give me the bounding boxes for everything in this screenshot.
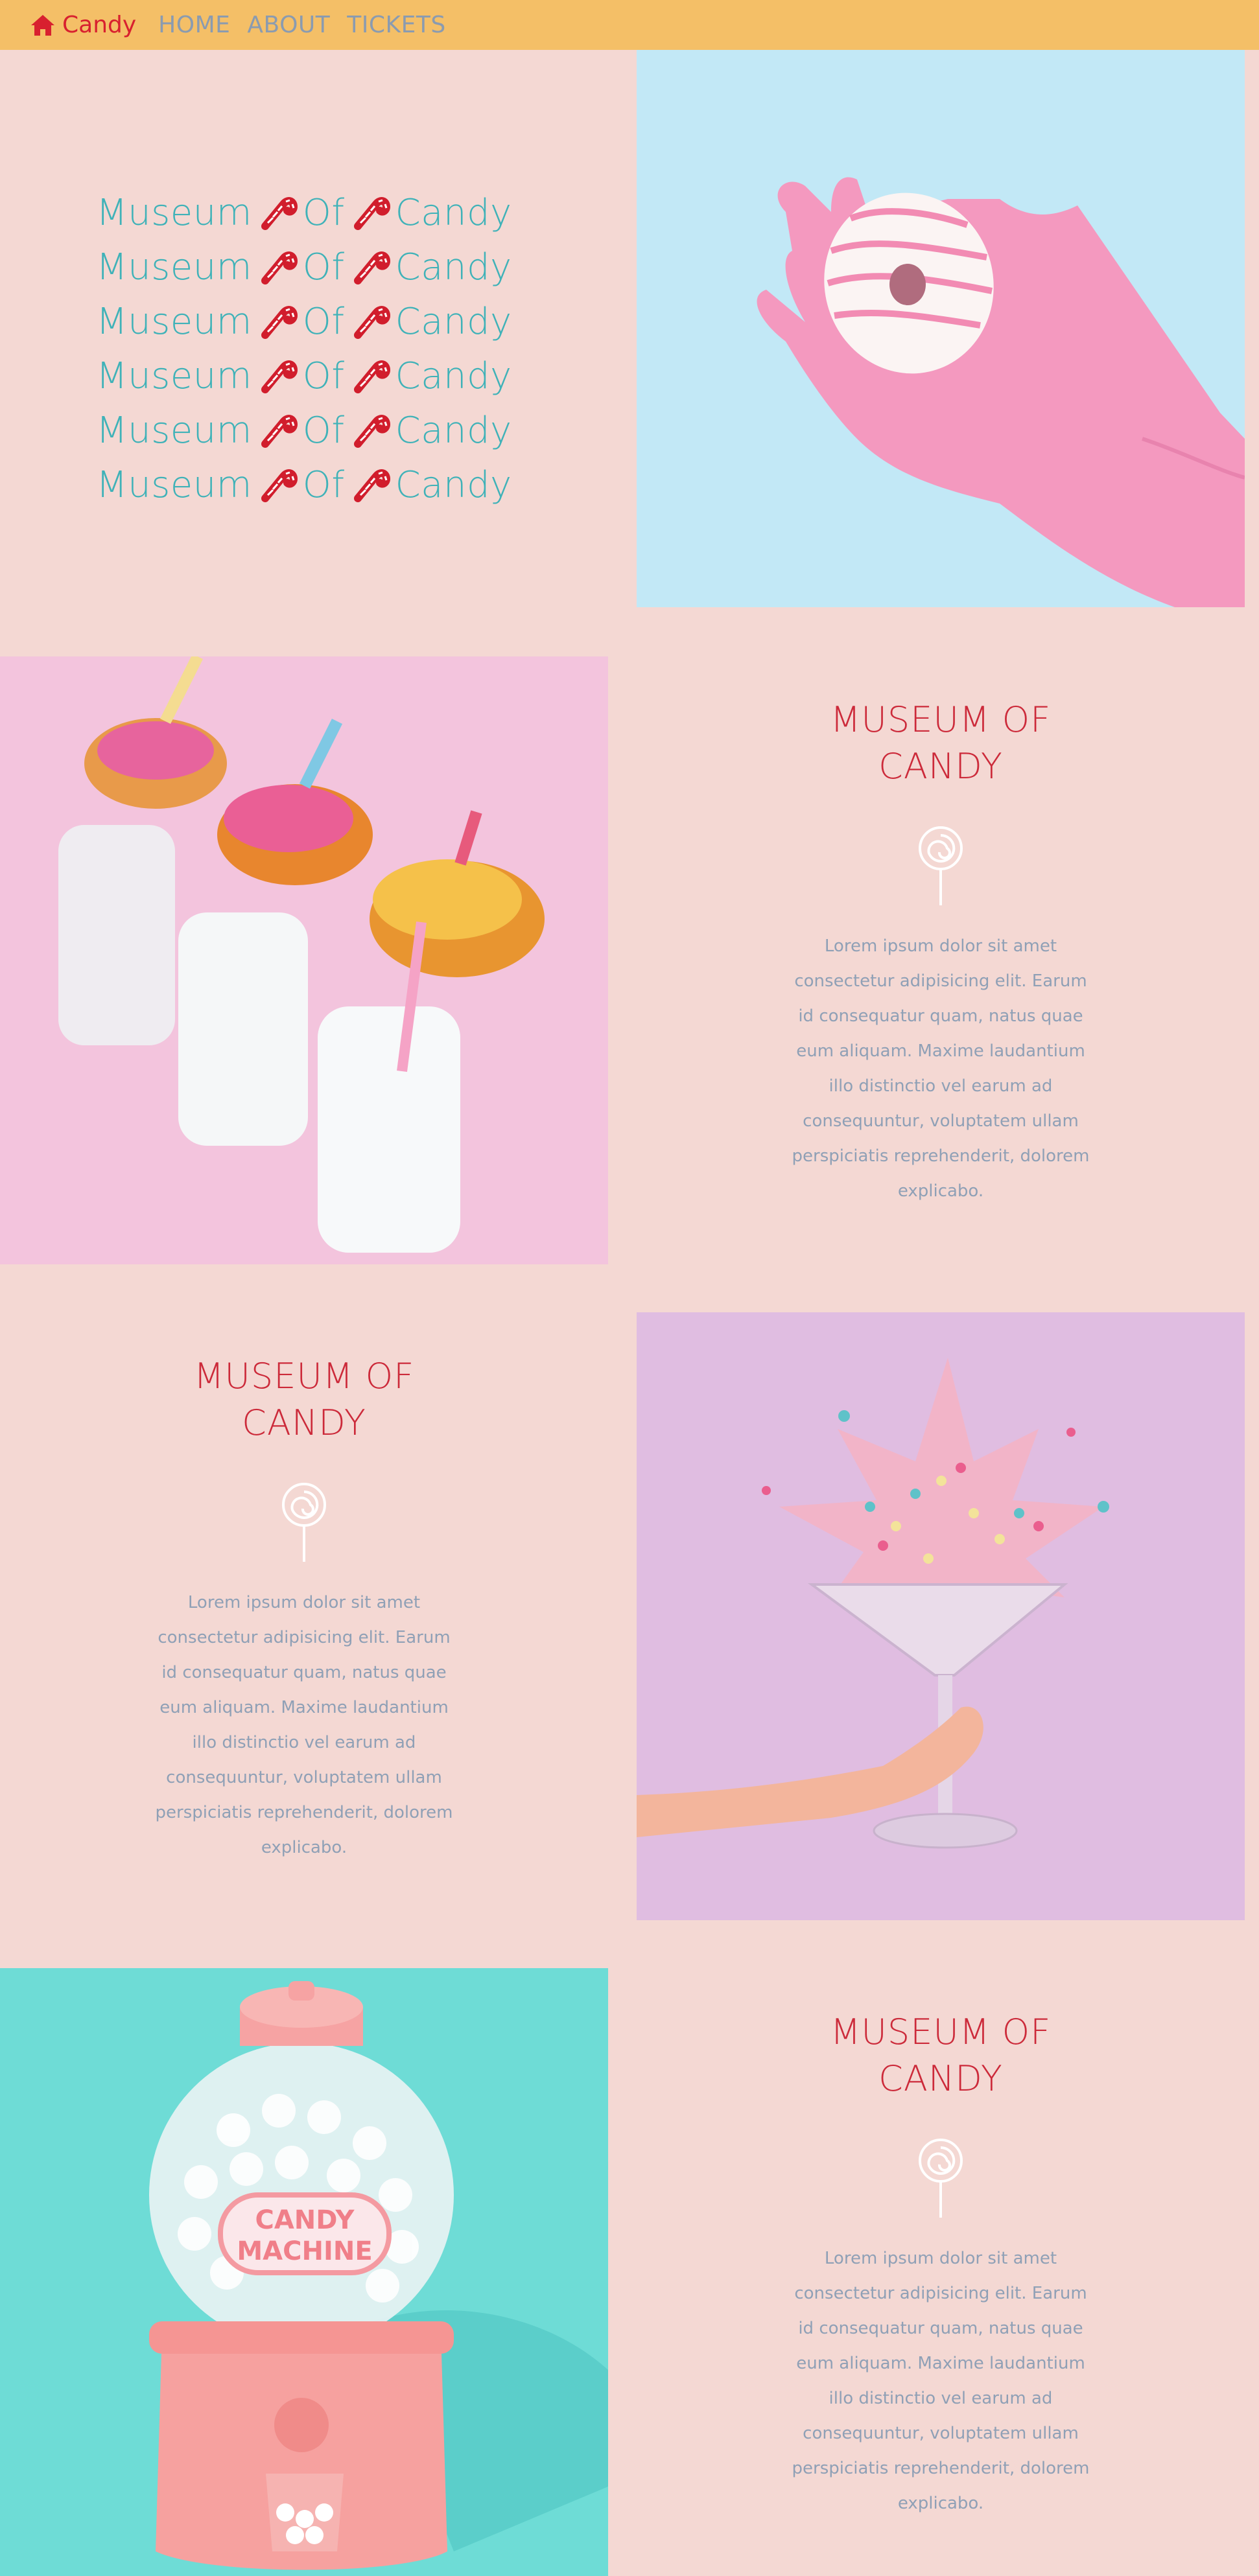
hero-title-line: Museum Of Candy — [0, 349, 608, 404]
candy-cane-icon — [261, 306, 298, 339]
about-section-1: MUSEUM OF CANDY Lorem ipsum dolor sit am… — [637, 697, 1245, 1209]
hero-title-line: Museum Of Candy — [0, 240, 608, 295]
section-heading: MUSEUM OF CANDY — [830, 699, 1052, 787]
title-word-of: Of — [302, 192, 345, 234]
title-word-of: Of — [302, 301, 345, 343]
hero-title-line: Museum Of Candy — [0, 186, 608, 240]
donut-glove-image — [637, 50, 1245, 607]
candy-cane-icon — [353, 197, 390, 230]
title-word-museum: Museum — [96, 355, 252, 397]
candy-cane-icon — [261, 469, 298, 502]
lollipop-icon — [919, 2139, 963, 2218]
hero-title-line: Museum Of Candy — [0, 458, 608, 513]
candy-cane-icon — [261, 197, 298, 230]
title-word-of: Of — [302, 355, 345, 397]
brand-label: Candy — [62, 12, 137, 38]
lollipop-icon — [282, 1483, 326, 1562]
candy-cane-icon — [353, 415, 390, 448]
machine-label-line2: MACHINE — [237, 2236, 372, 2266]
section-paragraph: Lorem ipsum dolor sit amet consectetur a… — [155, 1593, 453, 1857]
candy-cane-icon — [261, 415, 298, 448]
about-section-2: MUSEUM OF CANDY Lorem ipsum dolor sit am… — [0, 1353, 608, 1865]
hero-title-line: Museum Of Candy — [0, 295, 608, 349]
hero-title-line: Museum Of Candy — [0, 404, 608, 458]
candy-cane-icon — [261, 251, 298, 284]
candy-cane-icon — [353, 251, 390, 284]
candy-cane-icon — [353, 469, 390, 502]
title-word-of: Of — [302, 410, 345, 452]
sprinkles-glass-image — [637, 1312, 1245, 1920]
title-word-museum: Museum — [96, 246, 252, 288]
title-word-candy: Candy — [395, 192, 512, 234]
title-word-museum: Museum — [96, 410, 252, 452]
section-paragraph: Lorem ipsum dolor sit amet consectetur a… — [792, 2249, 1090, 2513]
lollipop-icon — [919, 826, 963, 905]
nav-link-home[interactable]: HOME — [158, 12, 230, 38]
section-heading: MUSEUM OF CANDY — [193, 1356, 415, 1443]
about-section-3: MUSEUM OF CANDY Lorem ipsum dolor sit am… — [637, 2009, 1245, 2521]
nav-link-tickets[interactable]: TICKETS — [347, 12, 445, 38]
home-icon — [31, 14, 54, 36]
title-word-museum: Museum — [96, 464, 252, 506]
title-word-candy: Candy — [395, 464, 512, 506]
candy-cane-icon — [261, 360, 298, 393]
nav-link-about[interactable]: ABOUT — [247, 12, 330, 38]
title-word-candy: Candy — [395, 246, 512, 288]
section-heading: MUSEUM OF CANDY — [830, 2012, 1052, 2099]
title-word-museum: Museum — [96, 301, 252, 343]
title-word-candy: Candy — [395, 355, 512, 397]
title-word-candy: Candy — [395, 410, 512, 452]
candy-cane-icon — [353, 306, 390, 339]
title-word-of: Of — [302, 464, 345, 506]
title-word-museum: Museum — [96, 192, 252, 234]
machine-label-line1: CANDY — [255, 2205, 355, 2235]
brand-link[interactable]: Candy — [30, 12, 136, 38]
hero-title-lines: Museum Of Candy Museum Of Candy Museum Of Candy M… — [0, 186, 608, 513]
milk-donuts-image — [0, 656, 608, 1264]
navbar: Candy HOME ABOUT TICKETS — [0, 0, 1259, 50]
gumball-machine-image: CANDY MACHINE — [0, 1968, 608, 2576]
hero-title-panel: Museum Of Candy Museum Of Candy Museum Of Candy M… — [0, 50, 637, 607]
title-word-candy: Candy — [395, 301, 512, 343]
section-paragraph: Lorem ipsum dolor sit amet consectetur a… — [792, 936, 1090, 1201]
candy-cane-icon — [353, 360, 390, 393]
title-word-of: Of — [302, 246, 345, 288]
